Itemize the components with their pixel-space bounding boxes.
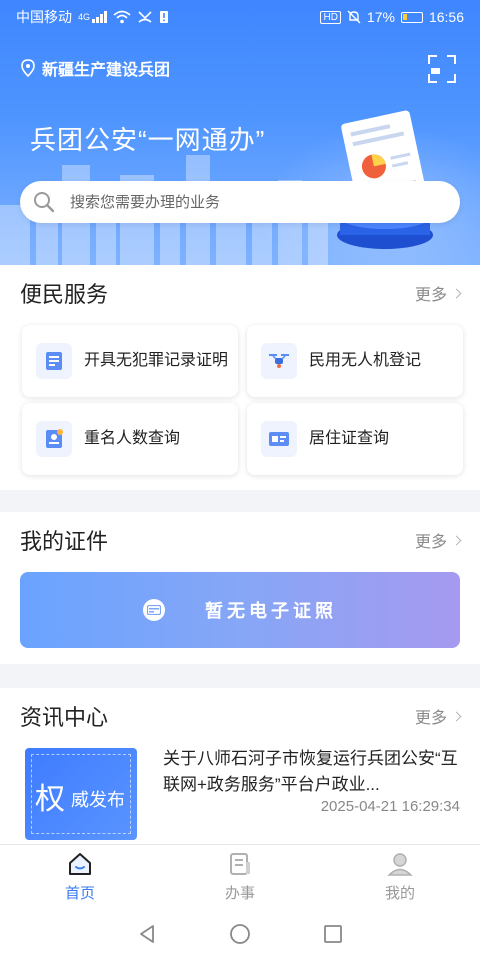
news-thumbnail[interactable]: 权 威发布	[25, 748, 137, 840]
wifi-icon	[113, 10, 131, 24]
hd-badge: HD	[320, 10, 341, 24]
service-card-drone-registration[interactable]: 民用无人机登记	[247, 325, 463, 397]
news-more-link[interactable]: 更多	[415, 704, 462, 728]
services-section: 便民服务 更多 开具无犯罪记录证明 民用无人机登记 重名人数查询 居住证查询	[0, 265, 480, 490]
certificates-section: 我的证件 更多 暂无电子证照	[0, 512, 480, 664]
chevron-right-icon	[451, 288, 462, 298]
document-certificate-icon	[36, 343, 72, 379]
news-item-title[interactable]: 关于八师石河子市恢复运行兵团公安“互联网+政务服务”平台户政业...	[163, 746, 463, 798]
service-card-no-criminal-record[interactable]: 开具无犯罪记录证明	[22, 325, 238, 397]
sim-alert-icon	[160, 11, 169, 23]
tasks-icon	[230, 853, 250, 875]
missed-call-icon	[138, 11, 152, 23]
id-card-icon	[143, 599, 165, 621]
news-section: 资讯中心 更多 权 威发布 关于八师石河子市恢复运行兵团公安“互联网+政务服务”…	[0, 688, 480, 844]
profile-icon	[387, 853, 413, 876]
back-icon[interactable]	[136, 923, 158, 945]
system-nav-bar	[0, 908, 480, 960]
name-query-icon	[36, 421, 72, 457]
drone-icon	[261, 343, 297, 379]
service-label: 居住证查询	[309, 430, 390, 447]
location-pin-icon	[21, 59, 35, 77]
scan-icon[interactable]	[428, 55, 456, 83]
status-bar: 中国移动 4G HD 17% 16:56	[0, 0, 480, 34]
search-input[interactable]	[70, 193, 430, 211]
empty-certificate-banner[interactable]: 暂无电子证照	[20, 572, 460, 648]
signal-icon	[92, 11, 108, 23]
tab-label: 首页	[64, 885, 95, 902]
home-icon	[69, 853, 91, 875]
slogan-title: 兵团公安“一网通办”	[30, 125, 266, 155]
search-icon	[34, 192, 55, 213]
empty-certificate-text: 暂无电子证照	[205, 601, 337, 621]
chevron-right-icon	[451, 711, 462, 721]
service-card-residence-permit[interactable]: 居住证查询	[247, 403, 463, 475]
carrier-label: 中国移动	[16, 9, 72, 25]
service-card-name-query[interactable]: 重名人数查询	[22, 403, 238, 475]
service-label: 开具无犯罪记录证明	[84, 352, 229, 369]
tab-profile[interactable]: 我的	[320, 845, 480, 908]
thumbnail-small-text: 威发布	[71, 790, 125, 811]
news-title: 资讯中心	[20, 705, 109, 730]
thumbnail-big-char: 权	[35, 782, 65, 817]
news-item-time: 2025-04-21 16:29:34	[320, 798, 460, 815]
tab-home[interactable]: 首页	[0, 845, 160, 908]
network-tag: 4G	[78, 12, 91, 22]
tab-label: 办事	[224, 885, 255, 902]
location-label: 新疆生产建设兵团	[42, 62, 171, 79]
services-title: 便民服务	[20, 282, 109, 307]
residence-card-icon	[261, 421, 297, 457]
home-circle-icon[interactable]	[229, 923, 251, 945]
certificates-more-link[interactable]: 更多	[415, 528, 462, 552]
services-more-link[interactable]: 更多	[415, 281, 462, 305]
recents-icon[interactable]	[322, 923, 344, 945]
search-bar[interactable]	[20, 181, 460, 223]
tab-label: 我的	[384, 885, 415, 902]
certificates-title: 我的证件	[20, 529, 109, 554]
document-illustration	[337, 110, 433, 249]
tab-tasks[interactable]: 办事	[160, 845, 320, 908]
battery-percent: 17%	[366, 9, 395, 25]
service-label: 民用无人机登记	[309, 352, 422, 369]
location-selector[interactable]: 新疆生产建设兵团	[20, 56, 170, 80]
chevron-right-icon	[451, 535, 462, 545]
battery-icon	[400, 11, 423, 23]
mute-bell-icon	[347, 10, 361, 24]
clock: 16:56	[428, 9, 464, 25]
service-label: 重名人数查询	[84, 430, 181, 447]
bottom-tab-bar: 首页 办事 我的	[0, 844, 480, 908]
